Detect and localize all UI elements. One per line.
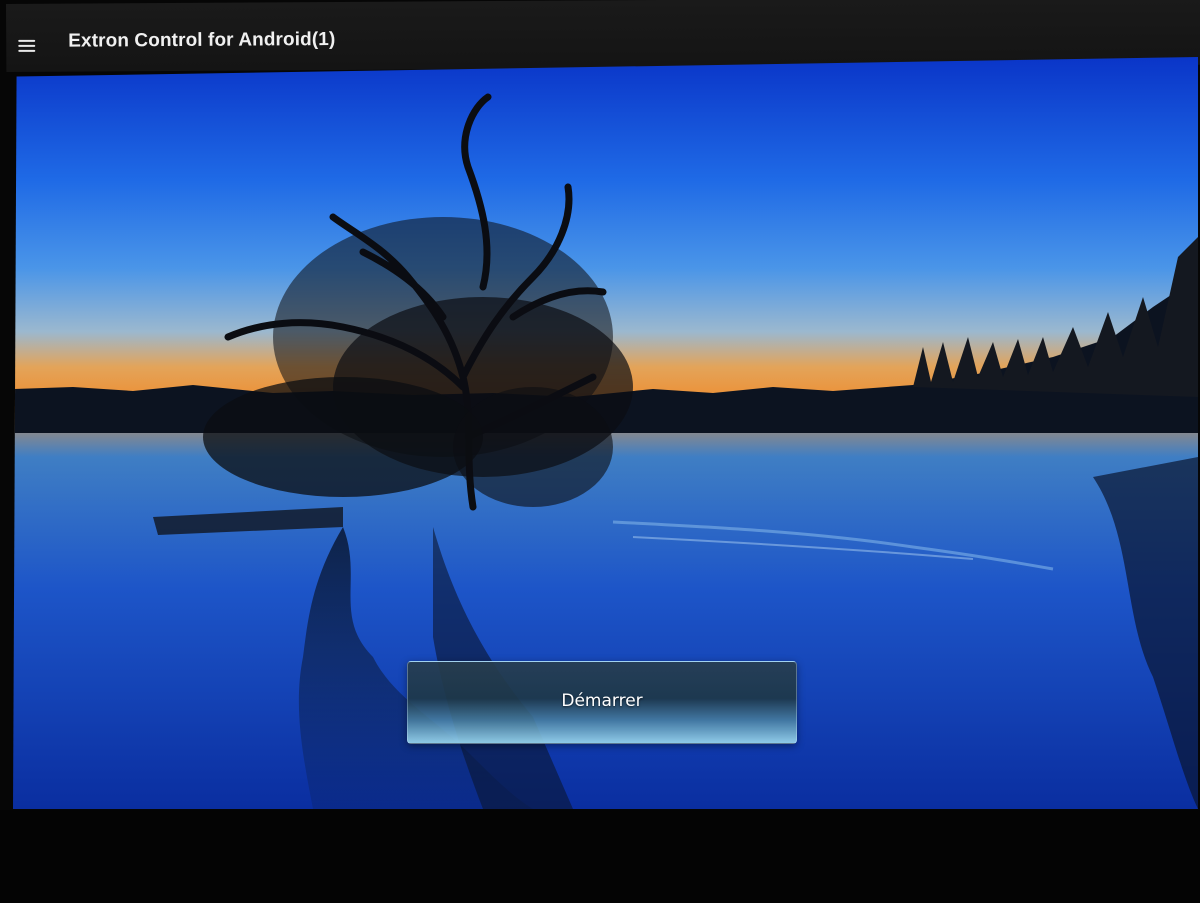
- app-title: Extron Control for Android(1): [68, 28, 336, 52]
- device-screen: Extron Control for Android(1) Démarrer: [0, 0, 1200, 903]
- start-button[interactable]: Démarrer: [407, 661, 797, 744]
- main-panel: Démarrer: [13, 57, 1198, 809]
- start-button-label: Démarrer: [561, 690, 643, 711]
- screen-bottom-bezel: [0, 810, 1200, 903]
- hamburger-menu-icon[interactable]: [18, 38, 38, 53]
